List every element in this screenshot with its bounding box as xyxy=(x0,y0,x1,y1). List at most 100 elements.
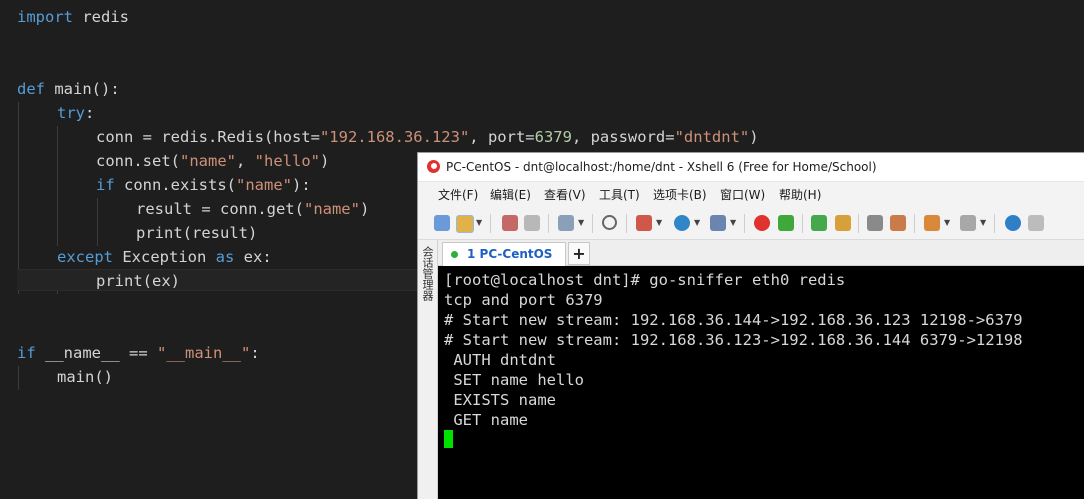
terminal-line: # Start new stream: 192.168.36.123->192.… xyxy=(444,331,1023,349)
code-text: redis xyxy=(73,8,129,26)
keyword: import xyxy=(17,8,73,26)
toolbar-separator xyxy=(994,214,995,233)
menu-tools[interactable]: 工具(T) xyxy=(599,182,640,208)
code-line-9[interactable]: result = conn.get("name") xyxy=(136,197,369,221)
add-tab-button[interactable]: + xyxy=(568,242,590,265)
string-literal: "name" xyxy=(303,200,360,218)
code-line-8[interactable]: if conn.exists("name"): xyxy=(96,173,311,197)
keyword: as xyxy=(215,248,235,266)
keyword: if xyxy=(96,176,115,194)
open-folder-icon[interactable] xyxy=(456,215,474,233)
globe-dropdown-icon[interactable]: ▼ xyxy=(694,215,700,231)
indent-guide xyxy=(57,126,58,246)
properties-dropdown-icon[interactable]: ▼ xyxy=(578,215,584,231)
tab-pc-centos[interactable]: 1 PC-CentOS xyxy=(442,242,566,266)
menu-help[interactable]: 帮助(H) xyxy=(779,182,821,208)
code-text: ex: xyxy=(234,248,272,266)
keyboard-icon[interactable] xyxy=(867,215,883,231)
keyword: if xyxy=(17,344,36,362)
code-text: , port= xyxy=(469,128,535,146)
terminal-line: tcp and port 6379 xyxy=(444,291,603,309)
code-text: : xyxy=(85,104,95,122)
open-dropdown-icon[interactable]: ▼ xyxy=(476,215,482,231)
string-literal: "hello" xyxy=(254,152,320,170)
properties-icon[interactable] xyxy=(558,215,574,231)
code-text: Exception xyxy=(113,248,216,266)
add-tab-dropdown-icon[interactable]: ▼ xyxy=(944,215,950,231)
transfer-icon[interactable] xyxy=(636,215,652,231)
terminal-line: SET name hello xyxy=(444,371,584,389)
code-text: print(ex) xyxy=(96,272,180,290)
session-manager-sidebar[interactable]: 会话管理器 xyxy=(418,240,438,499)
code-text: main(): xyxy=(45,80,120,98)
font-icon[interactable] xyxy=(710,215,726,231)
code-line-15[interactable]: if __name__ == "__main__": xyxy=(17,341,260,365)
disconnect-icon[interactable] xyxy=(524,215,540,231)
menu-window[interactable]: 窗口(W) xyxy=(720,182,765,208)
session-manager-label[interactable]: 会话管理器 xyxy=(421,246,434,301)
string-literal: "name" xyxy=(236,176,292,194)
keyword: def xyxy=(17,80,45,98)
menu-tabs[interactable]: 选项卡(B) xyxy=(653,182,707,208)
string-literal: "name" xyxy=(180,152,236,170)
terminal-cursor xyxy=(444,430,453,448)
code-line-6[interactable]: conn = redis.Redis(host="192.168.36.123"… xyxy=(96,125,759,149)
lock-icon[interactable] xyxy=(835,215,851,231)
toolbar-separator xyxy=(914,214,915,233)
transfer-dropdown-icon[interactable]: ▼ xyxy=(656,215,662,231)
menu-view[interactable]: 查看(V) xyxy=(544,182,586,208)
code-line-5[interactable]: try: xyxy=(57,101,94,125)
xshell-window[interactable]: PC-CentOS - dnt@localhost:/home/dnt - Xs… xyxy=(417,152,1084,499)
connect-icon[interactable] xyxy=(502,215,518,231)
code-line-10[interactable]: print(result) xyxy=(136,221,257,245)
toolbar-separator xyxy=(626,214,627,233)
code-line-4[interactable]: def main(): xyxy=(17,77,120,101)
code-line-11[interactable]: except Exception as ex: xyxy=(57,245,272,269)
terminal-line: # Start new stream: 192.168.36.144->192.… xyxy=(444,311,1023,329)
toolbar-separator xyxy=(744,214,745,233)
layout-dropdown-icon[interactable]: ▼ xyxy=(980,215,986,231)
code-text: conn = redis.Redis(host= xyxy=(96,128,320,146)
toolbar-separator xyxy=(548,214,549,233)
terminal-line: AUTH dntdnt xyxy=(444,351,556,369)
string-literal: "__main__" xyxy=(157,344,251,362)
title-bar[interactable]: PC-CentOS - dnt@localhost:/home/dnt - Xs… xyxy=(418,153,1084,182)
layout-icon[interactable] xyxy=(960,215,976,231)
xshell-logo-icon xyxy=(427,160,440,173)
code-text: ): xyxy=(292,176,311,194)
code-text: __name__ == xyxy=(35,344,157,362)
string-literal: "192.168.36.123" xyxy=(319,128,470,146)
globe-icon[interactable] xyxy=(674,215,690,231)
menu-edit[interactable]: 编辑(E) xyxy=(490,182,531,208)
code-line-1[interactable]: import redis xyxy=(17,5,129,29)
number-literal: 6379 xyxy=(534,128,572,146)
code-text: result = conn.get( xyxy=(136,200,304,218)
font-dropdown-icon[interactable]: ▼ xyxy=(730,215,736,231)
menu-file[interactable]: 文件(F) xyxy=(438,182,478,208)
keyword: except xyxy=(57,248,113,266)
code-line-12-current[interactable]: print(ex) xyxy=(17,269,417,291)
new-session-icon[interactable] xyxy=(434,215,450,231)
chat-icon[interactable] xyxy=(1028,215,1044,231)
toolbar-separator xyxy=(858,214,859,233)
toolbar-separator xyxy=(592,214,593,233)
fullscreen-icon[interactable] xyxy=(811,215,827,231)
help-icon[interactable] xyxy=(1005,215,1021,231)
code-text: main() xyxy=(57,368,113,386)
code-text: : xyxy=(250,344,260,362)
highlight-icon[interactable] xyxy=(890,215,906,231)
find-icon[interactable] xyxy=(602,215,617,230)
tab-label: 1 PC-CentOS xyxy=(467,247,553,261)
connected-status-icon xyxy=(451,251,458,258)
terminal[interactable]: [root@localhost dnt]# go-sniffer eth0 re… xyxy=(438,266,1084,499)
code-line-16[interactable]: main() xyxy=(57,365,113,389)
code-text: , password= xyxy=(571,128,675,146)
toolbar-separator xyxy=(490,214,491,233)
xshell-icon[interactable] xyxy=(754,215,770,231)
terminal-line: EXISTS name xyxy=(444,391,556,409)
xftp-icon[interactable] xyxy=(778,215,794,231)
keyword: try xyxy=(57,104,85,122)
string-literal: "dntdnt" xyxy=(674,128,750,146)
code-line-7[interactable]: conn.set("name", "hello") xyxy=(96,149,329,173)
add-tab-icon[interactable] xyxy=(924,215,940,231)
